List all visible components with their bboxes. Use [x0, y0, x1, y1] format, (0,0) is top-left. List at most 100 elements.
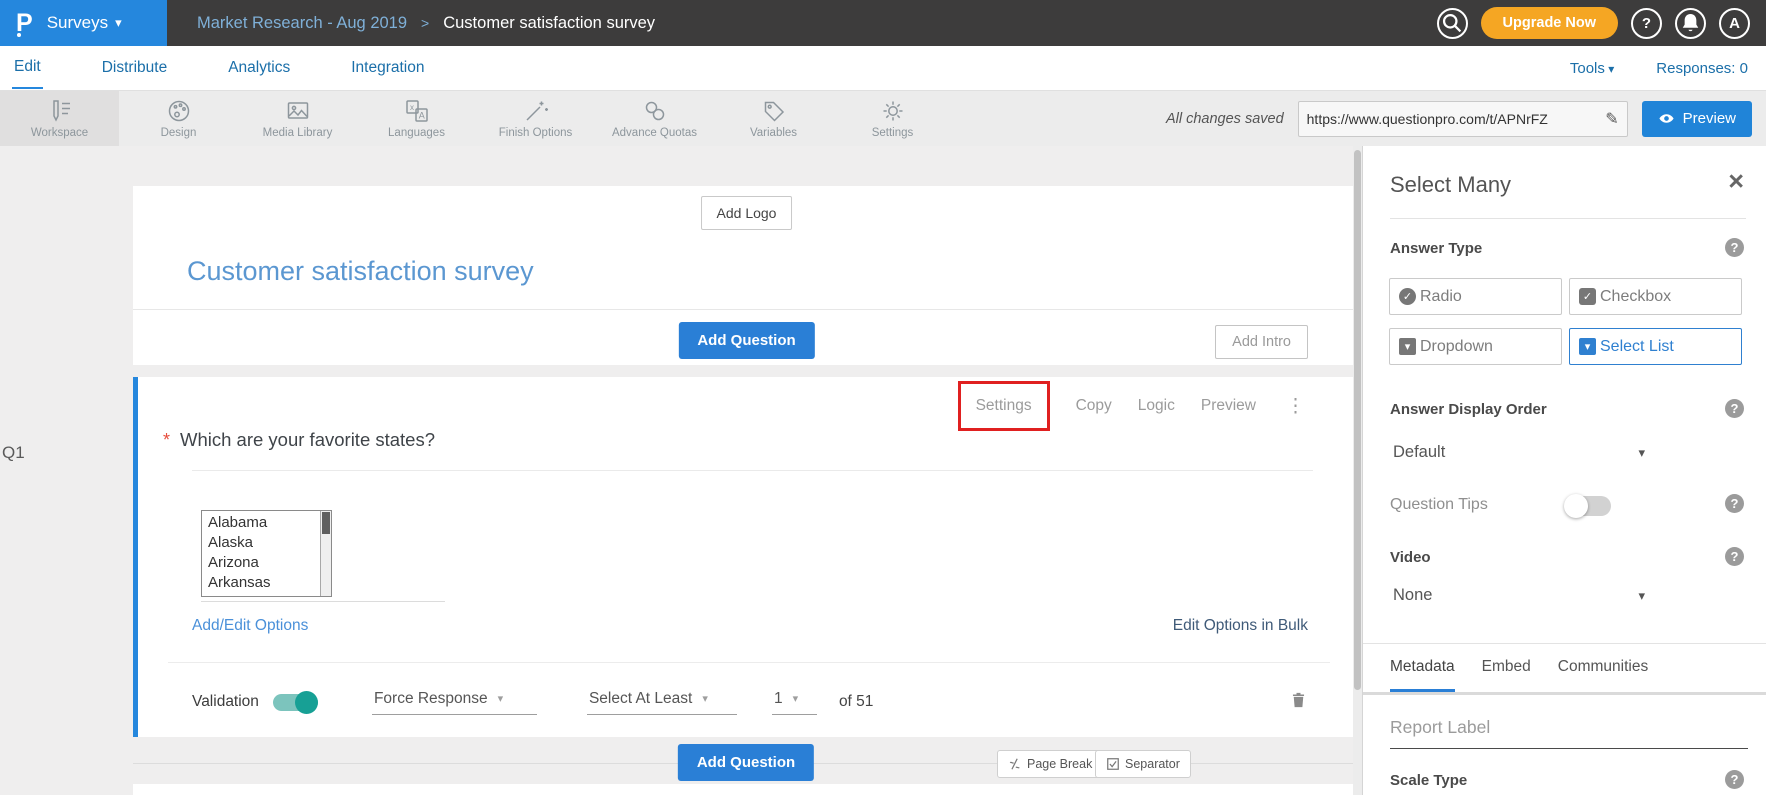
divider — [133, 309, 1360, 310]
breadcrumb-folder[interactable]: Market Research - Aug 2019 — [197, 14, 407, 33]
page-scrollbar[interactable] — [1353, 146, 1362, 795]
toolbar-label: Design — [161, 127, 197, 139]
toolbar-item-media-library[interactable]: Media Library — [238, 91, 357, 146]
help-icon[interactable]: ? — [1631, 8, 1662, 39]
answer-type-radio-button[interactable]: Radio — [1389, 278, 1562, 315]
question-card: Settings Copy Logic Preview * Which are … — [133, 377, 1360, 737]
survey-url-box[interactable] — [1298, 101, 1628, 137]
add-intro-button[interactable]: Add Intro — [1215, 325, 1308, 359]
more-options-kebab-icon[interactable] — [1286, 395, 1305, 418]
list-scrollbar-thumb[interactable] — [322, 512, 330, 534]
tab-embed[interactable]: Embed — [1482, 658, 1531, 692]
search-icon[interactable] — [1437, 8, 1468, 39]
survey-title[interactable]: Customer satisfaction survey — [187, 256, 534, 287]
page-break-button[interactable]: Page Break — [997, 750, 1103, 778]
question-preview-action[interactable]: Preview — [1201, 397, 1256, 415]
answer-type-label-text: Select List — [1600, 338, 1674, 356]
list-item[interactable]: Arkansas — [208, 573, 320, 593]
toolbar-item-finish-options[interactable]: Finish Options — [476, 91, 595, 146]
select-list-options: Alabama Alaska Arizona Arkansas — [202, 511, 320, 596]
question-tips-help-icon[interactable] — [1725, 494, 1744, 513]
responses-count[interactable]: Responses: 0 — [1656, 60, 1748, 77]
page-scrollbar-thumb[interactable] — [1354, 150, 1361, 690]
list-item[interactable]: Alabama — [208, 513, 320, 533]
toolbar-item-advance-quotas[interactable]: Advance Quotas — [595, 91, 714, 146]
tools-dropdown[interactable]: Tools — [1570, 60, 1614, 77]
answer-display-order-dropdown[interactable]: Default — [1393, 443, 1645, 462]
select-at-least-dropdown[interactable]: Select At Least — [587, 690, 737, 715]
dropdown-icon — [1399, 338, 1416, 355]
add-question-button-top[interactable]: Add Question — [678, 322, 814, 359]
video-help-icon[interactable] — [1725, 547, 1744, 566]
notifications-bell-icon[interactable] — [1675, 8, 1706, 39]
question-logic-action[interactable]: Logic — [1138, 397, 1175, 415]
video-dropdown[interactable]: None — [1393, 586, 1645, 605]
tab-metadata[interactable]: Metadata — [1390, 658, 1455, 692]
gear-icon — [880, 98, 906, 124]
nav-tab-edit[interactable]: Edit — [12, 47, 43, 89]
toolbar-item-variables[interactable]: Variables — [714, 91, 833, 146]
min-count-dropdown[interactable]: 1 — [772, 690, 817, 715]
question-text[interactable]: Which are your favorite states? — [180, 429, 435, 451]
question-copy-action[interactable]: Copy — [1076, 397, 1112, 415]
breadcrumb-survey-name: Customer satisfaction survey — [443, 14, 655, 33]
tab-communities[interactable]: Communities — [1558, 658, 1648, 692]
scale-type-label: Scale Type — [1390, 772, 1467, 789]
answer-display-order-help-icon[interactable] — [1725, 399, 1744, 418]
eye-icon — [1658, 110, 1675, 127]
image-icon — [285, 98, 311, 124]
delete-question-trash-icon[interactable] — [1289, 689, 1308, 716]
next-block-card — [133, 784, 1360, 795]
translate-icon: xA — [404, 98, 430, 124]
divider — [1390, 218, 1746, 219]
tag-icon — [761, 98, 787, 124]
edit-options-in-bulk-link[interactable]: Edit Options in Bulk — [1173, 617, 1308, 635]
add-edit-options-link[interactable]: Add/Edit Options — [192, 617, 308, 635]
toolbar-item-design[interactable]: Design — [119, 91, 238, 146]
question-settings-action[interactable]: Settings — [958, 381, 1050, 431]
nav-tab-analytics[interactable]: Analytics — [226, 48, 292, 88]
list-scrollbar[interactable] — [320, 511, 331, 596]
report-label-input[interactable] — [1390, 711, 1748, 749]
upgrade-now-button[interactable]: Upgrade Now — [1481, 7, 1618, 39]
answer-type-checkbox-button[interactable]: Checkbox — [1569, 278, 1742, 315]
answer-type-label: Answer Type — [1390, 240, 1482, 257]
question-id-label: Q1 — [2, 443, 25, 463]
preview-button[interactable]: Preview — [1642, 101, 1752, 137]
close-panel-icon[interactable] — [1728, 168, 1744, 195]
toolbar-item-workspace[interactable]: Workspace — [0, 91, 119, 146]
list-item[interactable]: Arizona — [208, 553, 320, 573]
questionpro-logo[interactable]: P — [16, 11, 33, 36]
validation-toggle[interactable] — [273, 694, 318, 711]
separator-button[interactable]: Separator — [1095, 750, 1191, 778]
scale-type-help-icon[interactable] — [1725, 770, 1744, 789]
add-logo-button[interactable]: Add Logo — [701, 196, 793, 230]
page-break-label: Page Break — [1027, 757, 1092, 771]
survey-editor-app: P Surveys Market Research - Aug 2019 > C… — [0, 0, 1766, 795]
nav-tab-distribute[interactable]: Distribute — [100, 48, 169, 88]
add-question-button-bottom[interactable]: Add Question — [678, 744, 814, 781]
force-response-dropdown[interactable]: Force Response — [372, 690, 537, 715]
question-tips-toggle[interactable] — [1566, 496, 1611, 516]
answer-display-order-label: Answer Display Order — [1390, 401, 1547, 418]
answer-type-dropdown-button[interactable]: Dropdown — [1389, 328, 1562, 365]
question-text-underline — [192, 470, 1313, 471]
account-avatar[interactable]: A — [1719, 8, 1750, 39]
list-item[interactable]: Alaska — [208, 533, 320, 553]
divider — [1363, 643, 1766, 644]
toolbar-label: Workspace — [31, 127, 88, 139]
answer-type-select-list-button[interactable]: Select List — [1569, 328, 1742, 365]
surveys-menu[interactable]: Surveys — [47, 13, 122, 33]
separator-checkbox-icon — [1106, 757, 1120, 771]
nav-tab-integration[interactable]: Integration — [349, 48, 426, 88]
answer-select-list[interactable]: Alabama Alaska Arizona Arkansas — [201, 510, 332, 597]
edit-url-pencil-icon[interactable] — [1605, 109, 1618, 129]
survey-url-input[interactable] — [1307, 111, 1600, 127]
select-list-icon — [1579, 338, 1596, 355]
toolbar-label: Media Library — [263, 127, 333, 139]
validation-row: Validation Force Response Select At Leas… — [192, 677, 1308, 727]
save-status-text: All changes saved — [1166, 111, 1284, 127]
answer-type-help-icon[interactable] — [1725, 238, 1744, 257]
toolbar-item-languages[interactable]: xA Languages — [357, 91, 476, 146]
toolbar-item-settings[interactable]: Settings — [833, 91, 952, 146]
